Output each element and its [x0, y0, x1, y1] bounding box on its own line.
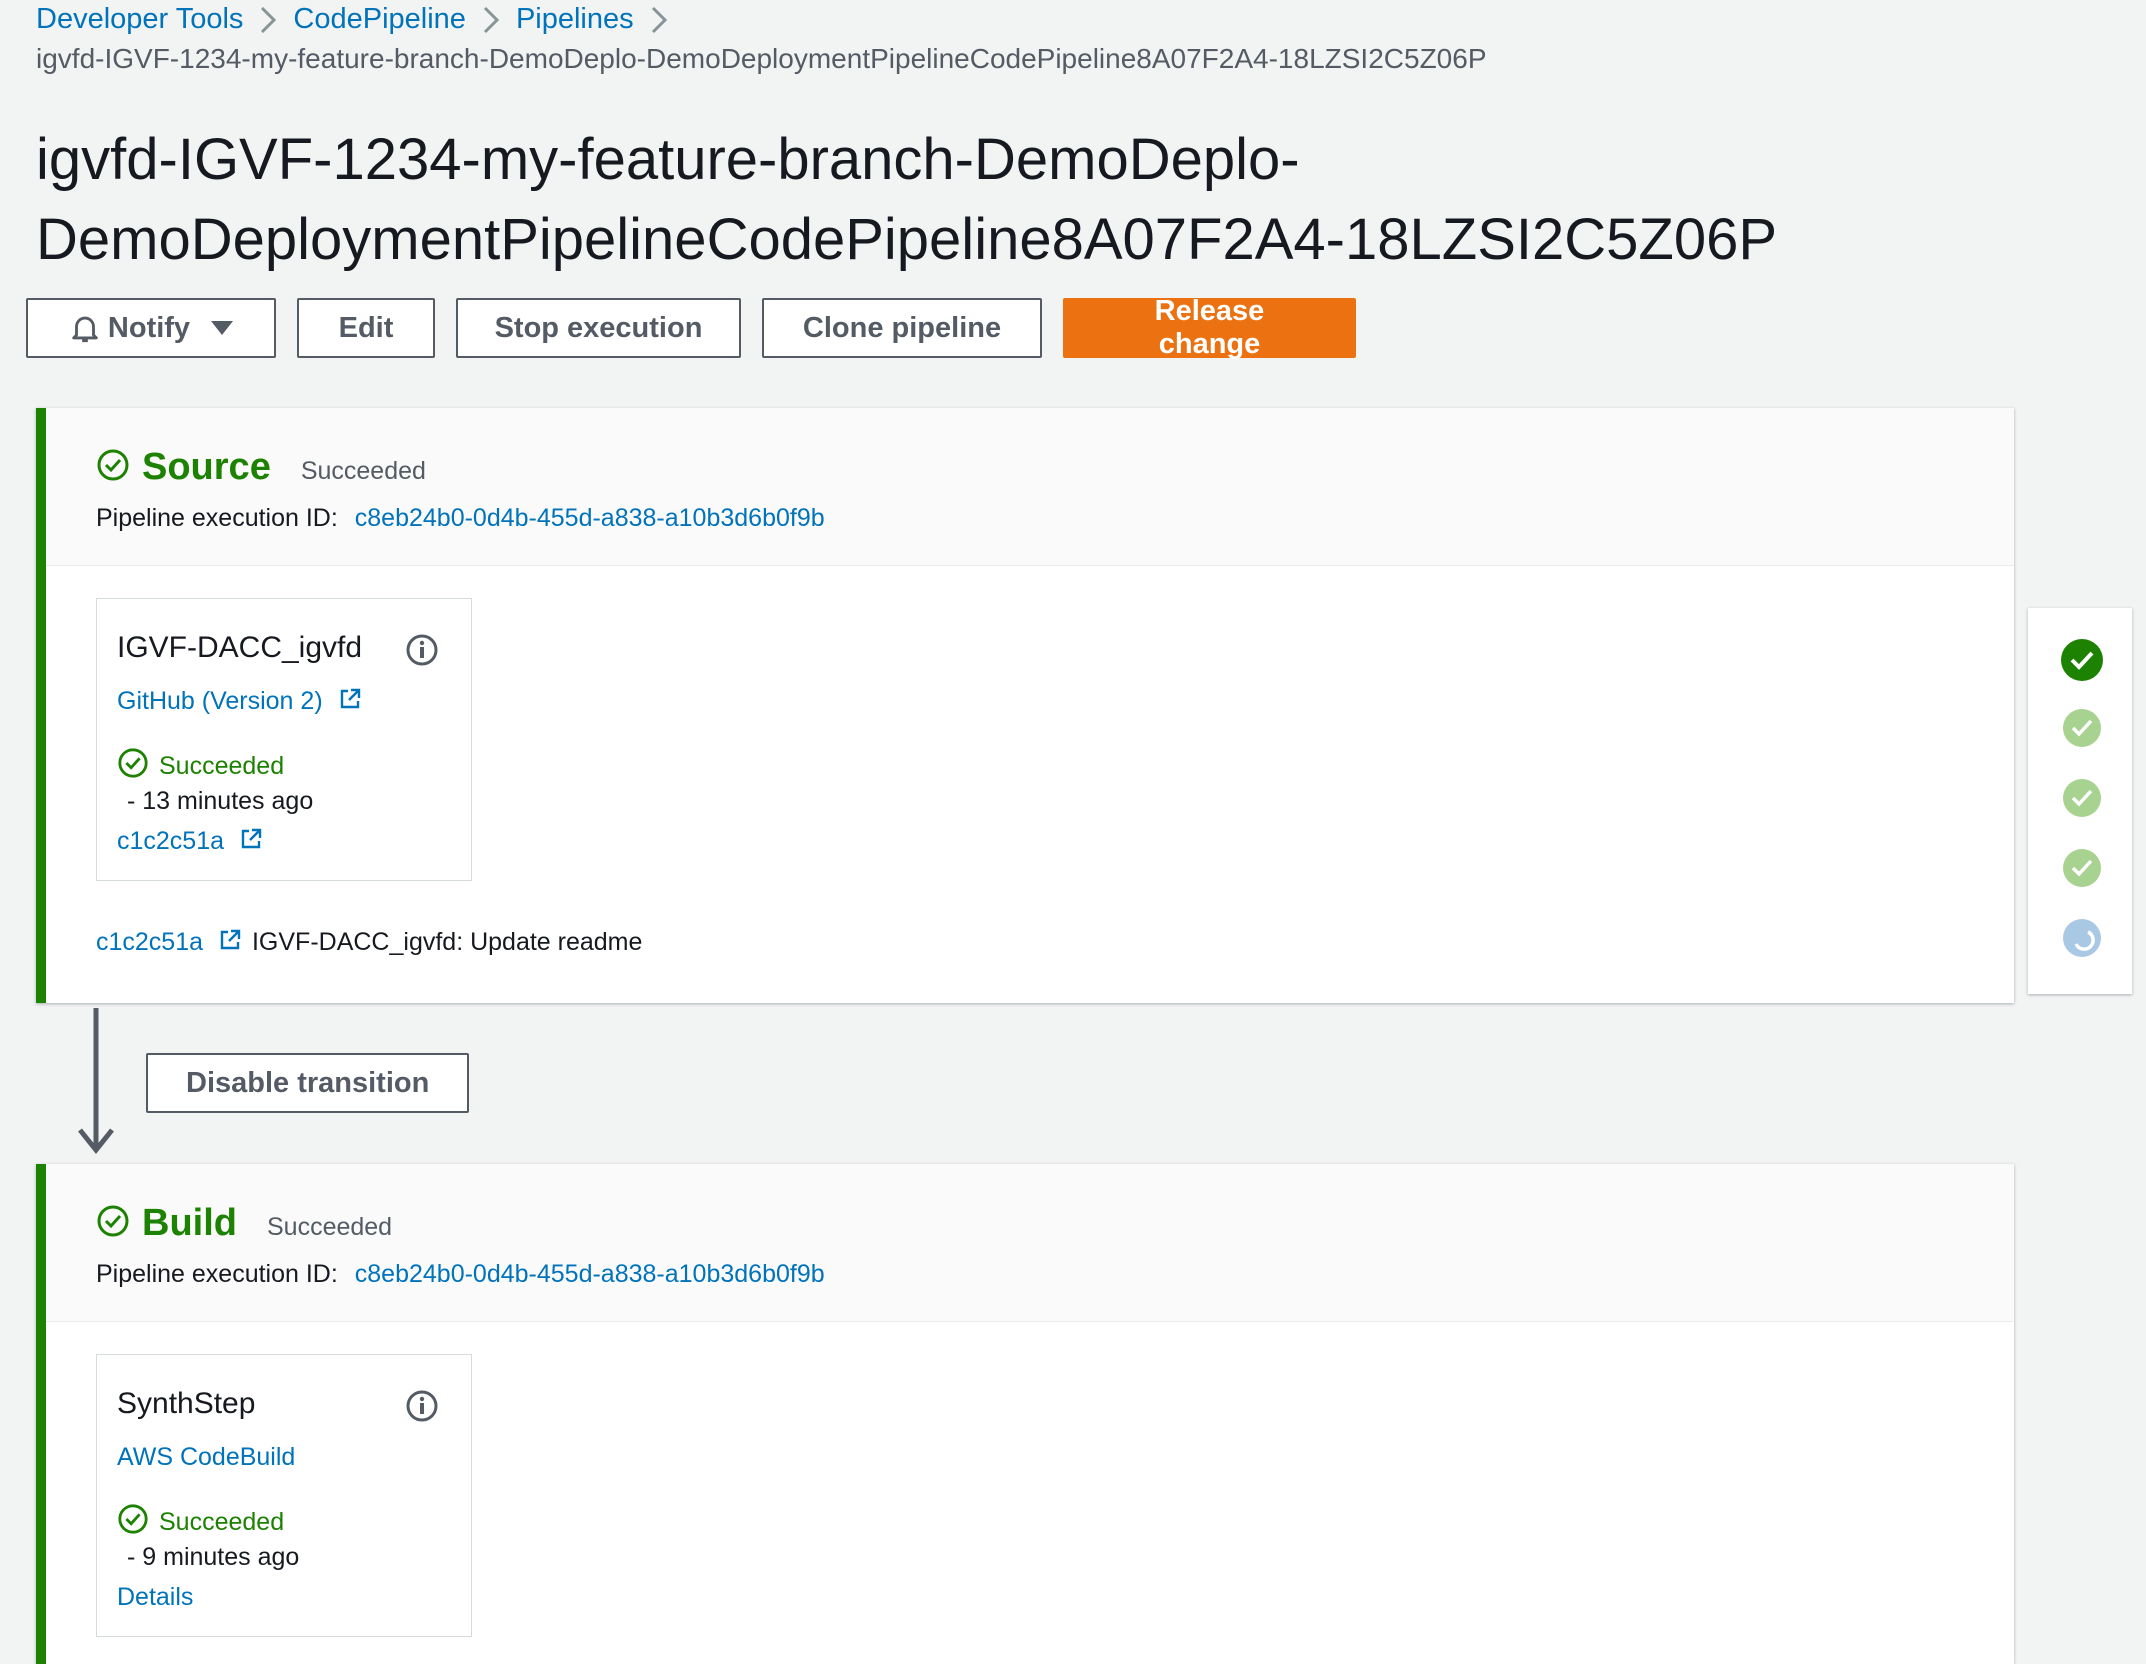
caret-down-icon — [210, 319, 234, 337]
breadcrumb-pipelines[interactable]: Pipelines — [516, 0, 634, 38]
external-link-icon — [338, 687, 362, 711]
page-title-line-1: igvfd-IGVF-1234-my-feature-branch-DemoDe… — [36, 127, 1300, 192]
breadcrumb-developer-tools[interactable]: Developer Tools — [36, 0, 243, 38]
action-card-build: SynthStep AWS CodeBuild Succeeded - 9 mi… — [96, 1354, 472, 1637]
commit-link[interactable]: c1c2c51a — [96, 928, 242, 957]
execution-id-label: Pipeline execution ID: — [96, 1260, 338, 1288]
commit-message: IGVF-DACC_igvfd: Update readme — [251, 928, 643, 956]
check-circle-icon — [117, 1503, 149, 1542]
check-circle-icon[interactable] — [2062, 848, 2102, 893]
execution-id-row: Pipeline execution ID: c8eb24b0-0d4b-455… — [96, 504, 825, 533]
disable-transition-button[interactable]: Disable transition — [146, 1053, 470, 1113]
page-title-line-2: DemoDeploymentPipelineCodePipeline8A07F2… — [36, 207, 1778, 272]
action-time: - 9 minutes ago — [127, 1543, 300, 1571]
arrow-down-icon — [78, 1004, 114, 1159]
notify-button[interactable]: Notify — [26, 298, 276, 358]
info-icon[interactable] — [405, 1389, 439, 1428]
commit-id: c1c2c51a — [96, 928, 204, 956]
action-status-label: Succeeded — [159, 752, 285, 780]
breadcrumb: Developer Tools CodePipeline Pipelines — [36, 0, 684, 38]
info-icon[interactable] — [405, 633, 439, 672]
chevron-right-icon — [634, 0, 684, 38]
action-commit-link[interactable]: c1c2c51a — [117, 827, 263, 856]
stage-header: Source Succeeded Pipeline execution ID: … — [46, 408, 2014, 566]
action-commit-label: c1c2c51a — [117, 827, 225, 855]
check-circle-icon — [117, 747, 149, 786]
action-status: Succeeded — [117, 747, 284, 786]
action-status: Succeeded — [117, 1503, 284, 1542]
check-circle-icon[interactable] — [2062, 708, 2102, 753]
stop-execution-button[interactable]: Stop execution — [456, 298, 741, 358]
stage-source: Source Succeeded Pipeline execution ID: … — [36, 408, 2014, 1003]
action-provider-label: GitHub (Version 2) — [117, 687, 323, 715]
action-provider-link[interactable]: GitHub (Version 2) — [117, 687, 362, 716]
stage-header: Build Succeeded Pipeline execution ID: c… — [46, 1164, 2014, 1322]
page-title: igvfd-IGVF-1234-my-feature-branch-DemoDe… — [36, 120, 1936, 280]
breadcrumb-codepipeline[interactable]: CodePipeline — [293, 0, 466, 38]
action-name: SynthStep — [117, 1387, 256, 1420]
action-time: - 13 minutes ago — [127, 787, 314, 815]
action-details-link[interactable]: Details — [117, 1583, 193, 1612]
notify-label: Notify — [107, 311, 191, 344]
edit-button[interactable]: Edit — [297, 298, 435, 358]
execution-id-label: Pipeline execution ID: — [96, 504, 338, 532]
action-provider-link[interactable]: AWS CodeBuild — [117, 1443, 295, 1472]
release-change-button[interactable]: Release change — [1063, 295, 1356, 360]
action-card-source: IGVF-DACC_igvfd GitHub (Version 2) Succe… — [96, 598, 472, 881]
stage-name: Build — [142, 1202, 237, 1244]
execution-id-link[interactable]: c8eb24b0-0d4b-455d-a838-a10b3d6b0f9b — [355, 504, 825, 532]
check-circle-icon[interactable] — [2060, 638, 2104, 687]
stage-status: Succeeded — [300, 457, 426, 485]
check-circle-icon — [96, 448, 130, 487]
stage-build: Build Succeeded Pipeline execution ID: c… — [36, 1164, 2014, 1664]
external-link-icon — [239, 827, 263, 851]
stage-progress-rail — [2028, 608, 2132, 994]
chevron-right-icon — [243, 0, 293, 38]
check-circle-icon[interactable] — [2062, 778, 2102, 823]
execution-id-link[interactable]: c8eb24b0-0d4b-455d-a838-a10b3d6b0f9b — [355, 1260, 825, 1288]
bell-icon — [68, 311, 102, 345]
execution-id-row: Pipeline execution ID: c8eb24b0-0d4b-455… — [96, 1260, 825, 1289]
external-link-icon — [218, 928, 242, 952]
clone-pipeline-button[interactable]: Clone pipeline — [762, 298, 1042, 358]
breadcrumb-current: igvfd-IGVF-1234-my-feature-branch-DemoDe… — [36, 43, 1487, 74]
stage-status: Succeeded — [266, 1213, 393, 1241]
action-status-label: Succeeded — [159, 1508, 285, 1536]
check-circle-icon — [96, 1204, 130, 1243]
stage-name: Source — [142, 446, 271, 488]
toolbar: Notify Edit Stop execution Clone pipelin… — [26, 295, 1356, 360]
commit-row: c1c2c51a IGVF-DACC_igvfd: Update readme — [96, 928, 642, 957]
chevron-right-icon — [466, 0, 516, 38]
spinner-icon[interactable] — [2062, 918, 2102, 963]
action-name: IGVF-DACC_igvfd — [117, 631, 363, 664]
